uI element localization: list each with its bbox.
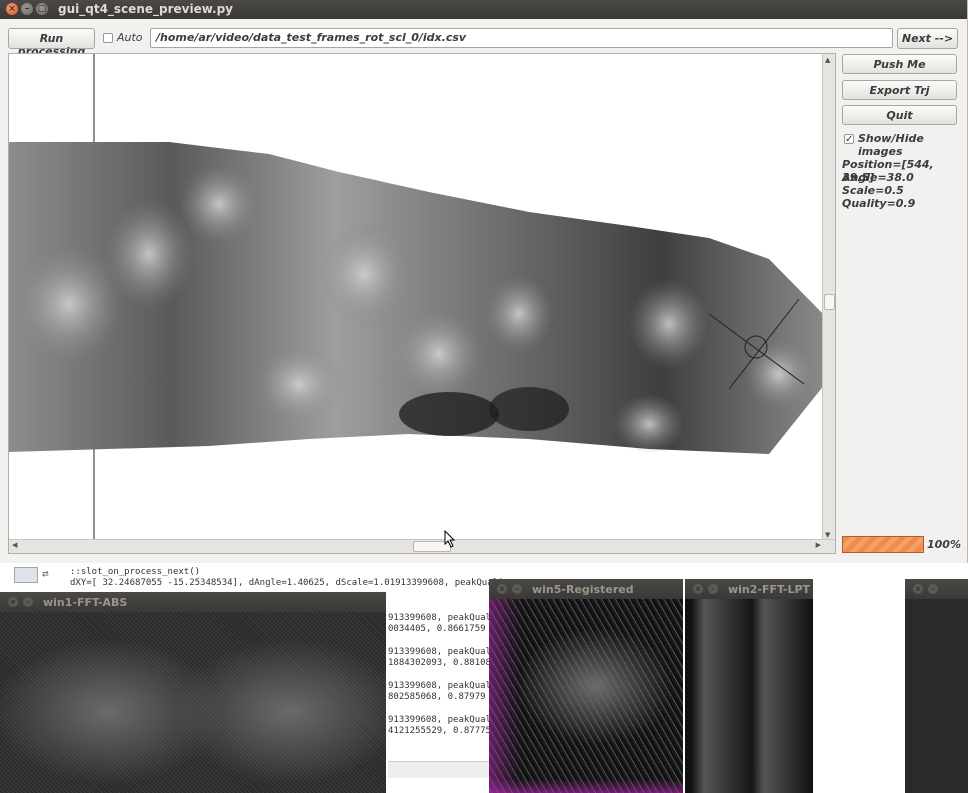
quality-readout: Quality=0.9: [842, 197, 916, 210]
main-window: × – □ gui_qt4_scene_preview.py Run proce…: [0, 0, 968, 563]
close-icon[interactable]: ×: [6, 3, 18, 15]
win1-title: win1-FFT-ABS: [43, 596, 128, 609]
win2-title: win2-FFT-LPT: [728, 583, 811, 596]
terminal-line: 913399608, peakQuali: [388, 647, 497, 657]
close-icon[interactable]: ×: [8, 597, 18, 607]
win2-fft-lpt-window: × – win2-FFT-LPT: [685, 579, 813, 793]
scene-canvas: [9, 54, 825, 542]
terminal-line: 0034405, 0.8661759: [388, 624, 486, 634]
minimize-icon[interactable]: –: [21, 3, 33, 15]
angle-readout: Angle=38.0: [842, 171, 914, 184]
minimize-icon[interactable]: –: [708, 584, 718, 594]
progress-bar: [842, 536, 924, 553]
win1-title-bar: × – win1-FFT-ABS: [0, 592, 386, 612]
fft-lpt-image: [685, 599, 813, 793]
vertical-scroll-thumb[interactable]: [824, 294, 835, 310]
scroll-right-icon[interactable]: ▶: [816, 541, 821, 549]
maximize-icon[interactable]: □: [36, 3, 48, 15]
auto-checkbox[interactable]: [103, 33, 113, 43]
terminal-line: 802585068, 0.87979: [388, 692, 486, 702]
scale-readout: Scale=0.5: [842, 184, 904, 197]
minimize-icon[interactable]: –: [928, 584, 938, 594]
close-icon[interactable]: ×: [497, 584, 507, 594]
next-button[interactable]: Next -->: [897, 28, 958, 49]
progress-text: 100%: [927, 538, 961, 551]
terminal-line: dXY=[ 32.24687055 -15.25348534], dAngle=…: [70, 578, 504, 588]
window-title: gui_qt4_scene_preview.py: [58, 2, 234, 16]
show-hide-checkbox[interactable]: ✓: [844, 134, 854, 145]
run-processing-button[interactable]: Run processing: [8, 28, 95, 58]
minimize-icon[interactable]: –: [512, 584, 522, 594]
partial-title-bar: × –: [905, 579, 968, 599]
scroll-left-icon[interactable]: ◀: [12, 541, 17, 549]
auto-label: Auto: [117, 31, 143, 44]
terminal-line: 1884302093, 0.88108: [388, 658, 491, 668]
registered-image: [489, 599, 683, 793]
win5-title-bar: × – win5-Registered: [489, 579, 683, 599]
terminal-input-strip: [388, 761, 498, 778]
title-bar: × – □ gui_qt4_scene_preview.py: [0, 0, 967, 19]
horizontal-scrollbar[interactable]: ◀ ▶: [9, 539, 835, 553]
terminal-line: 913399608, peakQuali: [388, 715, 497, 725]
path-input[interactable]: /home/ar/video/data_test_frames_rot_scl_…: [150, 28, 893, 48]
win1-fft-abs-window: × – win1-FFT-ABS: [0, 592, 386, 793]
magenta-bottom-edge: [489, 779, 683, 793]
fft-abs-image: [0, 612, 386, 793]
minimize-icon[interactable]: –: [23, 597, 33, 607]
terminal-line: ::slot_on_process_next(): [70, 567, 201, 577]
mouse-cursor-icon: [444, 530, 456, 548]
show-hide-label: Show/Hide images: [858, 132, 924, 158]
export-trj-button[interactable]: Export Trj: [842, 80, 957, 100]
terminal-line: 913399608, peakQuali: [388, 613, 497, 623]
win5-title: win5-Registered: [532, 583, 634, 596]
partial-image: [905, 599, 968, 793]
scroll-down-icon[interactable]: ▼: [825, 531, 830, 539]
partial-window: × –: [905, 579, 968, 793]
win5-registered-window: × – win5-Registered: [489, 579, 683, 793]
terminal-line: 4121255529, 0.87775: [388, 726, 491, 736]
vertical-scrollbar[interactable]: ▲ ▼: [822, 54, 835, 541]
magenta-edge: [489, 599, 519, 793]
close-icon[interactable]: ×: [693, 584, 703, 594]
scroll-up-icon[interactable]: ▲: [825, 56, 830, 64]
terminal-side-icon-2: ⇄: [42, 567, 49, 580]
terminal-line: 913399608, peakQuali: [388, 681, 497, 691]
close-icon[interactable]: ×: [913, 584, 923, 594]
quit-button[interactable]: Quit: [842, 105, 957, 125]
win2-title-bar: × – win2-FFT-LPT: [685, 579, 813, 599]
push-me-button[interactable]: Push Me: [842, 54, 957, 74]
terminal-side-icon: [14, 567, 38, 583]
scene-view[interactable]: ▲ ▼ ◀ ▶: [8, 53, 836, 554]
